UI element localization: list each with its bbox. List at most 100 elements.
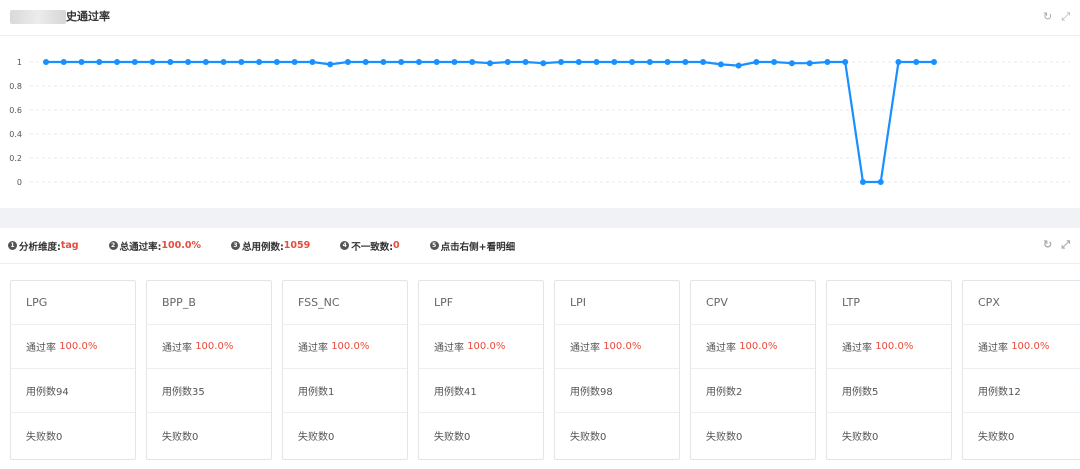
data-point[interactable] — [398, 59, 405, 65]
data-point[interactable] — [167, 59, 174, 65]
card-case-count: 用例数41 — [419, 369, 543, 413]
card-case-count: 用例数2 — [691, 369, 815, 413]
data-point[interactable] — [149, 59, 156, 65]
summary-header-actions: ↻ ⤢ — [1043, 238, 1070, 252]
stat-label: 总通过率: — [119, 241, 162, 253]
data-point[interactable] — [327, 61, 334, 68]
stat-value: 100.0% — [161, 240, 201, 251]
tag-card[interactable]: LPI 通过率 100.0% 用例数98 失败数0 — [554, 280, 680, 460]
data-point[interactable] — [629, 59, 636, 65]
data-point[interactable] — [273, 59, 280, 65]
data-point[interactable] — [913, 59, 920, 65]
data-point[interactable] — [540, 60, 547, 67]
data-point[interactable] — [291, 59, 298, 65]
data-point[interactable] — [114, 59, 121, 65]
tag-card[interactable]: BPP_B 通过率 100.0% 用例数35 失败数0 — [146, 280, 272, 460]
y-tick-label: 0 — [17, 178, 22, 187]
chart-panel: 史通过率 ↻ ⤢ 1 0.8 0.6 0.4 0.2 0 — [0, 0, 1080, 208]
data-point[interactable] — [717, 61, 724, 68]
pass-rate-line-chart: 1 0.8 0.6 0.4 0.2 0 — [9, 58, 1070, 187]
data-point[interactable] — [60, 59, 67, 65]
data-point[interactable] — [504, 59, 511, 65]
data-point[interactable] — [220, 59, 227, 65]
pass-value: 100.0% — [467, 341, 506, 352]
y-tick-label: 0.4 — [9, 130, 22, 139]
pass-label: 通过率 — [162, 343, 192, 354]
tag-card[interactable]: CPV 通过率 100.0% 用例数2 失败数0 — [690, 280, 816, 460]
tag-card[interactable]: LPF 通过率 100.0% 用例数41 失败数0 — [418, 280, 544, 460]
refresh-icon[interactable]: ↻ — [1043, 10, 1052, 24]
stat-value: 0 — [393, 240, 400, 251]
tag-card[interactable]: CPX 通过率 100.0% 用例数12 失败数0 — [962, 280, 1080, 460]
data-point[interactable] — [522, 59, 529, 65]
data-point[interactable] — [362, 59, 369, 65]
summary-stats-bar: 1 分析维度: tag 2 总通过率: 100.0% 3 总用例数: 1059 … — [0, 228, 1080, 264]
card-fail-count: 失败数0 — [978, 431, 1015, 443]
data-point[interactable] — [131, 59, 138, 65]
data-point[interactable] — [664, 59, 671, 65]
data-point[interactable] — [451, 59, 458, 65]
data-point[interactable] — [575, 59, 582, 65]
data-point[interactable] — [344, 59, 351, 65]
card-case-count: 用例数1 — [283, 369, 407, 413]
card-pass-rate: 通过率 100.0% — [963, 325, 1080, 369]
stat-value: 1059 — [283, 240, 311, 251]
expand-icon[interactable]: ⤢ — [1061, 10, 1070, 24]
card-tag-name: BPP_B — [147, 281, 271, 325]
chart-header-actions: ↻ ⤢ — [1043, 10, 1070, 24]
data-point[interactable] — [185, 59, 192, 65]
pass-label: 通过率 — [570, 343, 600, 354]
data-point[interactable] — [433, 59, 440, 65]
data-point[interactable] — [931, 59, 937, 65]
stat-inconsistent: 4 不一致数: 0 — [340, 239, 400, 253]
card-fail-count: 失败数0 — [434, 431, 471, 443]
data-point[interactable] — [593, 59, 600, 65]
tag-card[interactable]: LTP 通过率 100.0% 用例数5 失败数0 — [826, 280, 952, 460]
data-point[interactable] — [238, 59, 245, 65]
refresh-icon[interactable]: ↻ — [1043, 238, 1052, 252]
pass-value: 100.0% — [1011, 341, 1050, 352]
data-point[interactable] — [842, 59, 849, 65]
data-point[interactable] — [859, 179, 866, 185]
data-point[interactable] — [309, 59, 316, 65]
card-pass-rate: 通过率 100.0% — [827, 325, 951, 369]
data-point[interactable] — [487, 60, 493, 67]
card-pass-rate: 通过率 100.0% — [555, 325, 679, 369]
data-point[interactable] — [256, 59, 263, 65]
data-point[interactable] — [895, 59, 902, 65]
expand-icon[interactable]: ⤢ — [1061, 238, 1070, 252]
data-point[interactable] — [202, 59, 209, 65]
stat-total-cases: 3 总用例数: 1059 — [230, 239, 311, 253]
data-point[interactable] — [700, 59, 707, 65]
data-point[interactable] — [806, 60, 813, 67]
card-pass-rate: 通过率 100.0% — [147, 325, 271, 369]
stat-total-pass-rate: 2 总通过率: 100.0% — [108, 239, 201, 253]
tag-card[interactable]: FSS_NC 通过率 100.0% 用例数1 失败数0 — [282, 280, 408, 460]
data-point[interactable] — [78, 59, 85, 65]
data-point[interactable] — [43, 59, 49, 65]
data-point[interactable] — [611, 59, 618, 65]
chart-title: 史通过率 — [66, 10, 110, 23]
data-point[interactable] — [469, 59, 476, 65]
data-point[interactable] — [646, 59, 653, 65]
data-point[interactable] — [824, 59, 831, 65]
pass-value: 100.0% — [875, 341, 914, 352]
data-point[interactable] — [771, 59, 778, 65]
pass-value: 100.0% — [195, 341, 234, 352]
tag-card[interactable]: LPG 通过率 100.0% 用例数94 失败数0 — [10, 280, 136, 460]
pass-value: 100.0% — [739, 341, 778, 352]
stat-label: 分析维度: — [19, 241, 61, 253]
data-point[interactable] — [753, 59, 760, 65]
y-tick-label: 0.6 — [9, 106, 22, 115]
card-fail-count: 失败数0 — [842, 431, 879, 443]
chart-panel-header: 史通过率 ↻ ⤢ — [0, 0, 1080, 36]
data-point[interactable] — [96, 59, 103, 65]
data-point[interactable] — [380, 59, 387, 65]
data-point[interactable] — [735, 62, 742, 69]
data-point[interactable] — [415, 59, 422, 65]
data-point[interactable] — [788, 60, 795, 67]
data-point[interactable] — [682, 59, 689, 65]
data-point[interactable] — [558, 59, 565, 65]
data-point[interactable] — [877, 179, 884, 185]
y-tick-label: 0.8 — [9, 82, 22, 91]
